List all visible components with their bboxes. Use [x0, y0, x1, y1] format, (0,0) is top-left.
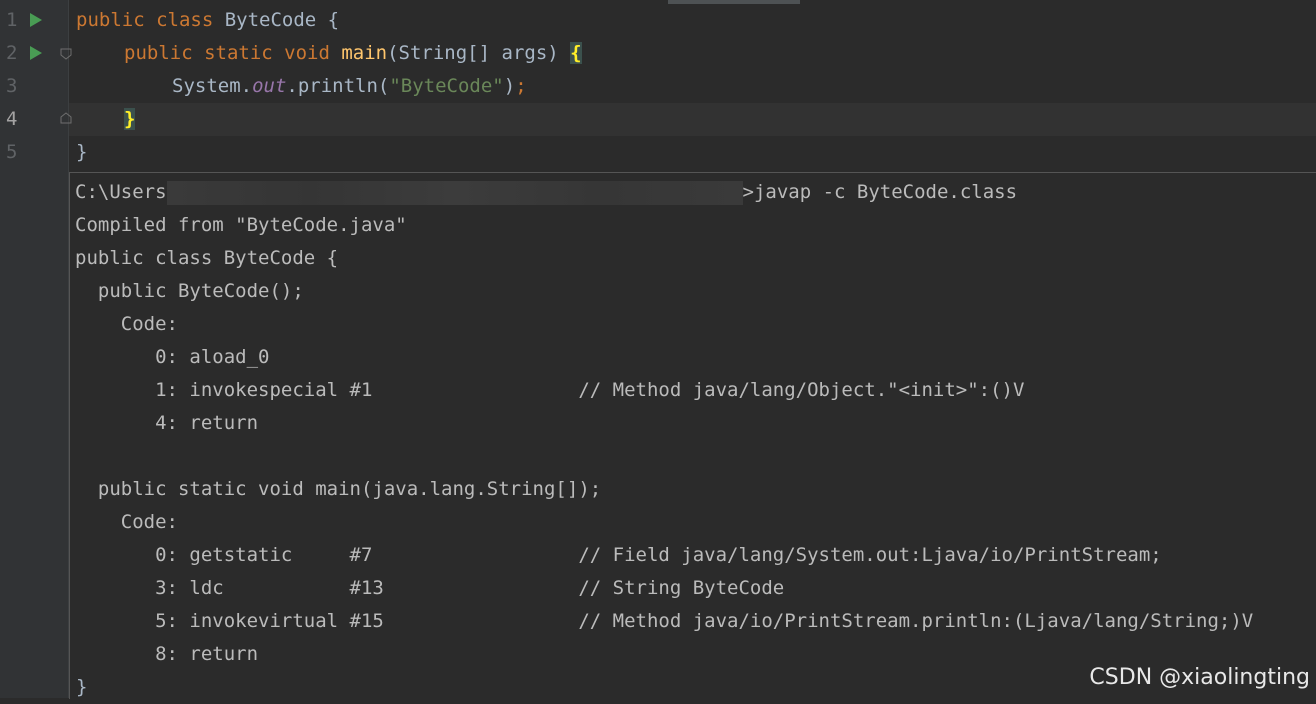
terminal-prompt: C:\Users >javap -c ByteCode.class — [75, 180, 1018, 205]
line-number-1: 1 — [6, 9, 18, 31]
terminal-line: Code: — [75, 313, 178, 335]
code-line-4: } — [124, 108, 136, 130]
terminal-output[interactable]: C:\Users >javap -c ByteCode.class Compile… — [69, 172, 1316, 699]
line-number-3: 3 — [6, 75, 18, 97]
terminal-line: 5: invokevirtual #15 // Method java/io/P… — [75, 610, 1254, 632]
terminal-line: Code: — [75, 511, 178, 533]
fold-end-icon[interactable] — [60, 112, 72, 124]
terminal-line: public class ByteCode { — [75, 247, 339, 269]
terminal-line: 0: aload_0 — [75, 346, 270, 368]
watermark: CSDN @xiaolingting — [1089, 665, 1310, 690]
run-main-icon[interactable] — [30, 46, 42, 60]
terminal-line: 3: ldc #13 // String ByteCode — [75, 577, 785, 599]
current-line-highlight — [69, 103, 1316, 136]
run-class-icon[interactable] — [30, 13, 42, 27]
scroll-indicator[interactable] — [668, 0, 800, 4]
line-number-4: 4 — [6, 108, 18, 130]
line-number-5: 5 — [6, 141, 18, 163]
code-line-2: public static void main(String[] args) { — [124, 42, 582, 64]
code-line-1: public class ByteCode { — [76, 9, 340, 31]
code-line-5: } — [76, 141, 88, 163]
terminal-line: 4: return — [75, 412, 259, 434]
line-number-2: 2 — [6, 42, 18, 64]
terminal-line: 8: return — [75, 643, 259, 665]
terminal-line: public ByteCode(); — [75, 280, 304, 302]
redacted-path — [166, 180, 743, 205]
code-line-3: System.out.println("ByteCode"); — [172, 75, 527, 97]
terminal-line: 1: invokespecial #1 // Method java/lang/… — [75, 379, 1025, 401]
terminal-closing-brace: } — [76, 676, 88, 698]
terminal-line: 0: getstatic #7 // Field java/lang/Syste… — [75, 544, 1162, 566]
terminal-line: public static void main(java.lang.String… — [75, 478, 602, 500]
fold-start-icon[interactable] — [60, 48, 72, 60]
terminal-line: Compiled from "ByteCode.java" — [75, 214, 407, 236]
